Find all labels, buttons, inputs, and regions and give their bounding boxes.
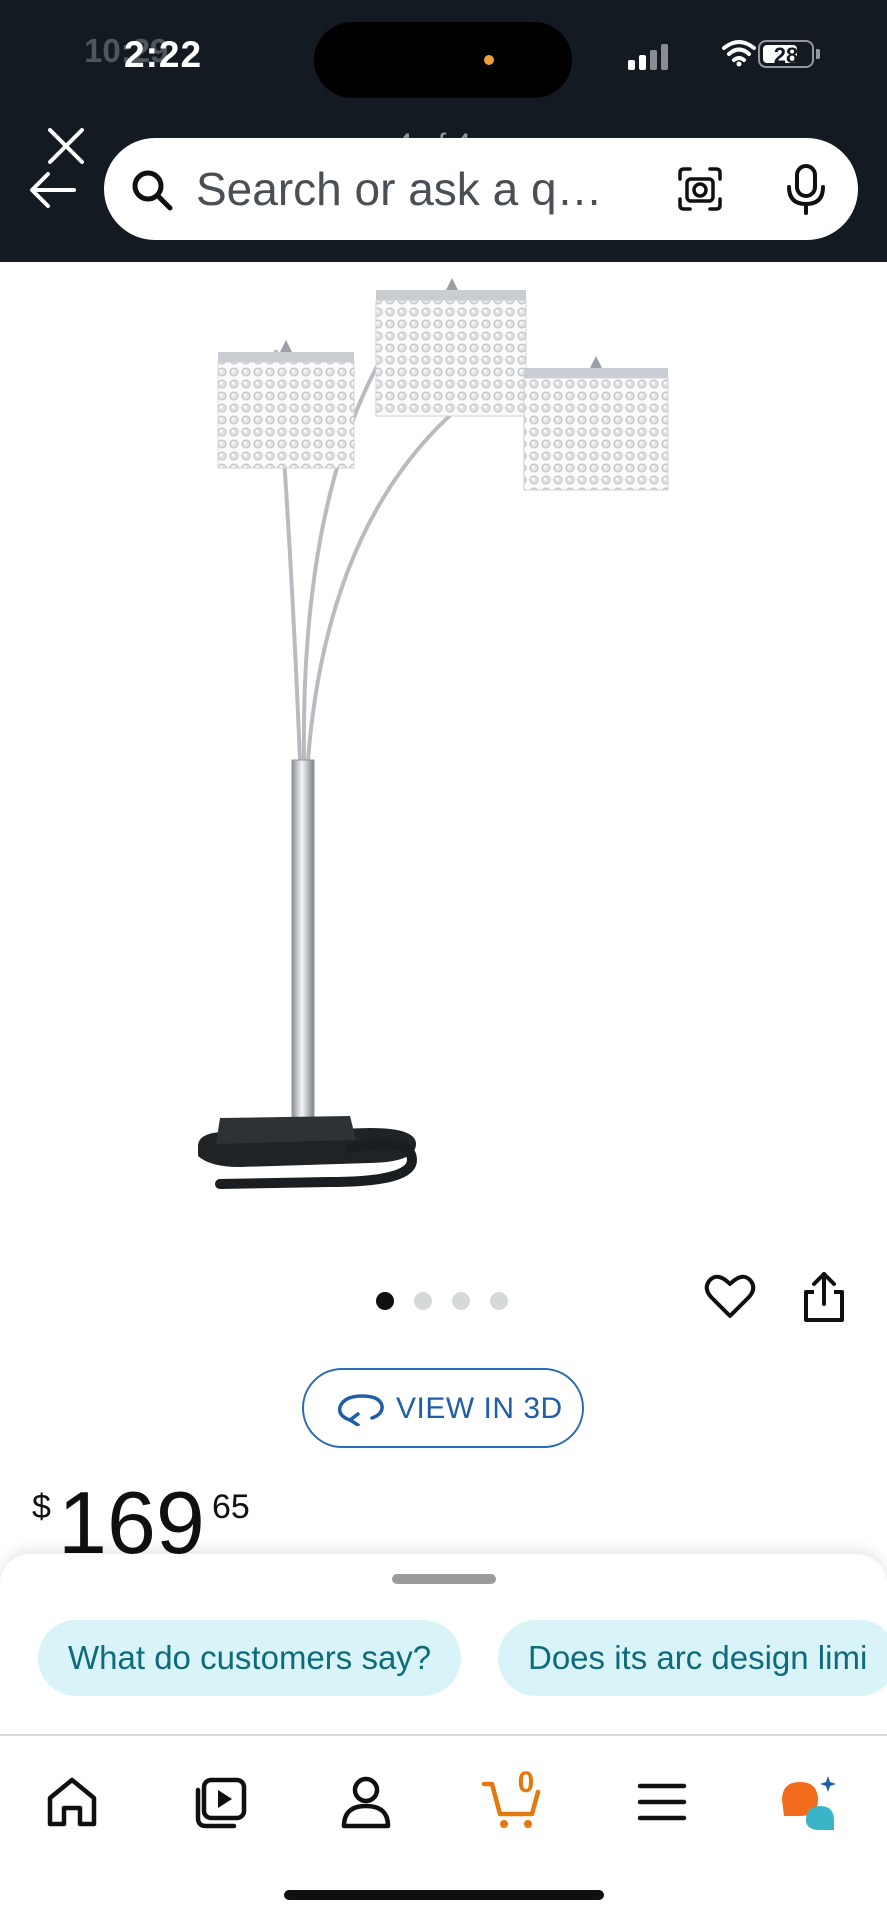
camera-search-icon[interactable]	[676, 165, 724, 213]
sheet-drag-handle[interactable]	[392, 1574, 496, 1584]
microphone-icon[interactable]	[784, 163, 828, 215]
search-bar[interactable]: Search or ask a q…	[104, 138, 858, 240]
share-icon[interactable]	[800, 1270, 848, 1324]
crystal-shade-left	[217, 340, 355, 469]
heart-icon[interactable]	[704, 1272, 756, 1320]
view-in-3d-label: VIEW IN 3D	[396, 1392, 563, 1425]
home-indicator	[284, 1890, 604, 1900]
video-icon[interactable]	[190, 1770, 254, 1834]
wifi-icon	[722, 40, 756, 67]
price-currency: $	[32, 1488, 51, 1526]
pagination-dot-4[interactable]	[490, 1292, 508, 1310]
menu-icon[interactable]	[630, 1770, 694, 1834]
dynamic-island	[314, 22, 572, 98]
close-icon[interactable]	[44, 124, 88, 168]
pagination-dot-1[interactable]	[376, 1292, 394, 1310]
cart-count: 0	[517, 1766, 535, 1799]
pagination-dot-2[interactable]	[414, 1292, 432, 1310]
crystal-shade-right	[523, 356, 669, 491]
view-in-3d-button[interactable]: VIEW IN 3D	[302, 1368, 584, 1448]
rufus-suggestion-sheet[interactable]: What do customers say? Does its arc desi…	[0, 1554, 887, 1734]
home-icon[interactable]	[40, 1770, 104, 1834]
rotate-3d-icon	[337, 1394, 384, 1426]
suggestion-chip[interactable]: Does its arc design limi	[498, 1620, 887, 1696]
privacy-indicator	[484, 55, 494, 65]
image-pagination[interactable]	[376, 1292, 508, 1310]
account-icon[interactable]	[334, 1770, 398, 1834]
top-header: 10:29 2:22 28 4 of 4 Search or ask a q…	[0, 0, 887, 262]
product-image[interactable]	[180, 270, 700, 1210]
back-arrow-icon[interactable]	[26, 168, 80, 212]
search-icon	[132, 170, 173, 211]
battery-tip	[816, 49, 820, 59]
pagination-dot-3[interactable]	[452, 1292, 470, 1310]
crystal-shade-middle	[375, 278, 527, 417]
cellular-signal-icon	[628, 44, 668, 70]
status-time: 2:22	[124, 34, 203, 75]
battery-level: 28	[773, 43, 799, 68]
rufus-icon[interactable]	[776, 1770, 840, 1834]
suggestion-chip[interactable]: What do customers say?	[38, 1620, 462, 1696]
price-fraction: 65	[212, 1488, 250, 1526]
search-input[interactable]: Search or ask a q…	[196, 162, 603, 216]
